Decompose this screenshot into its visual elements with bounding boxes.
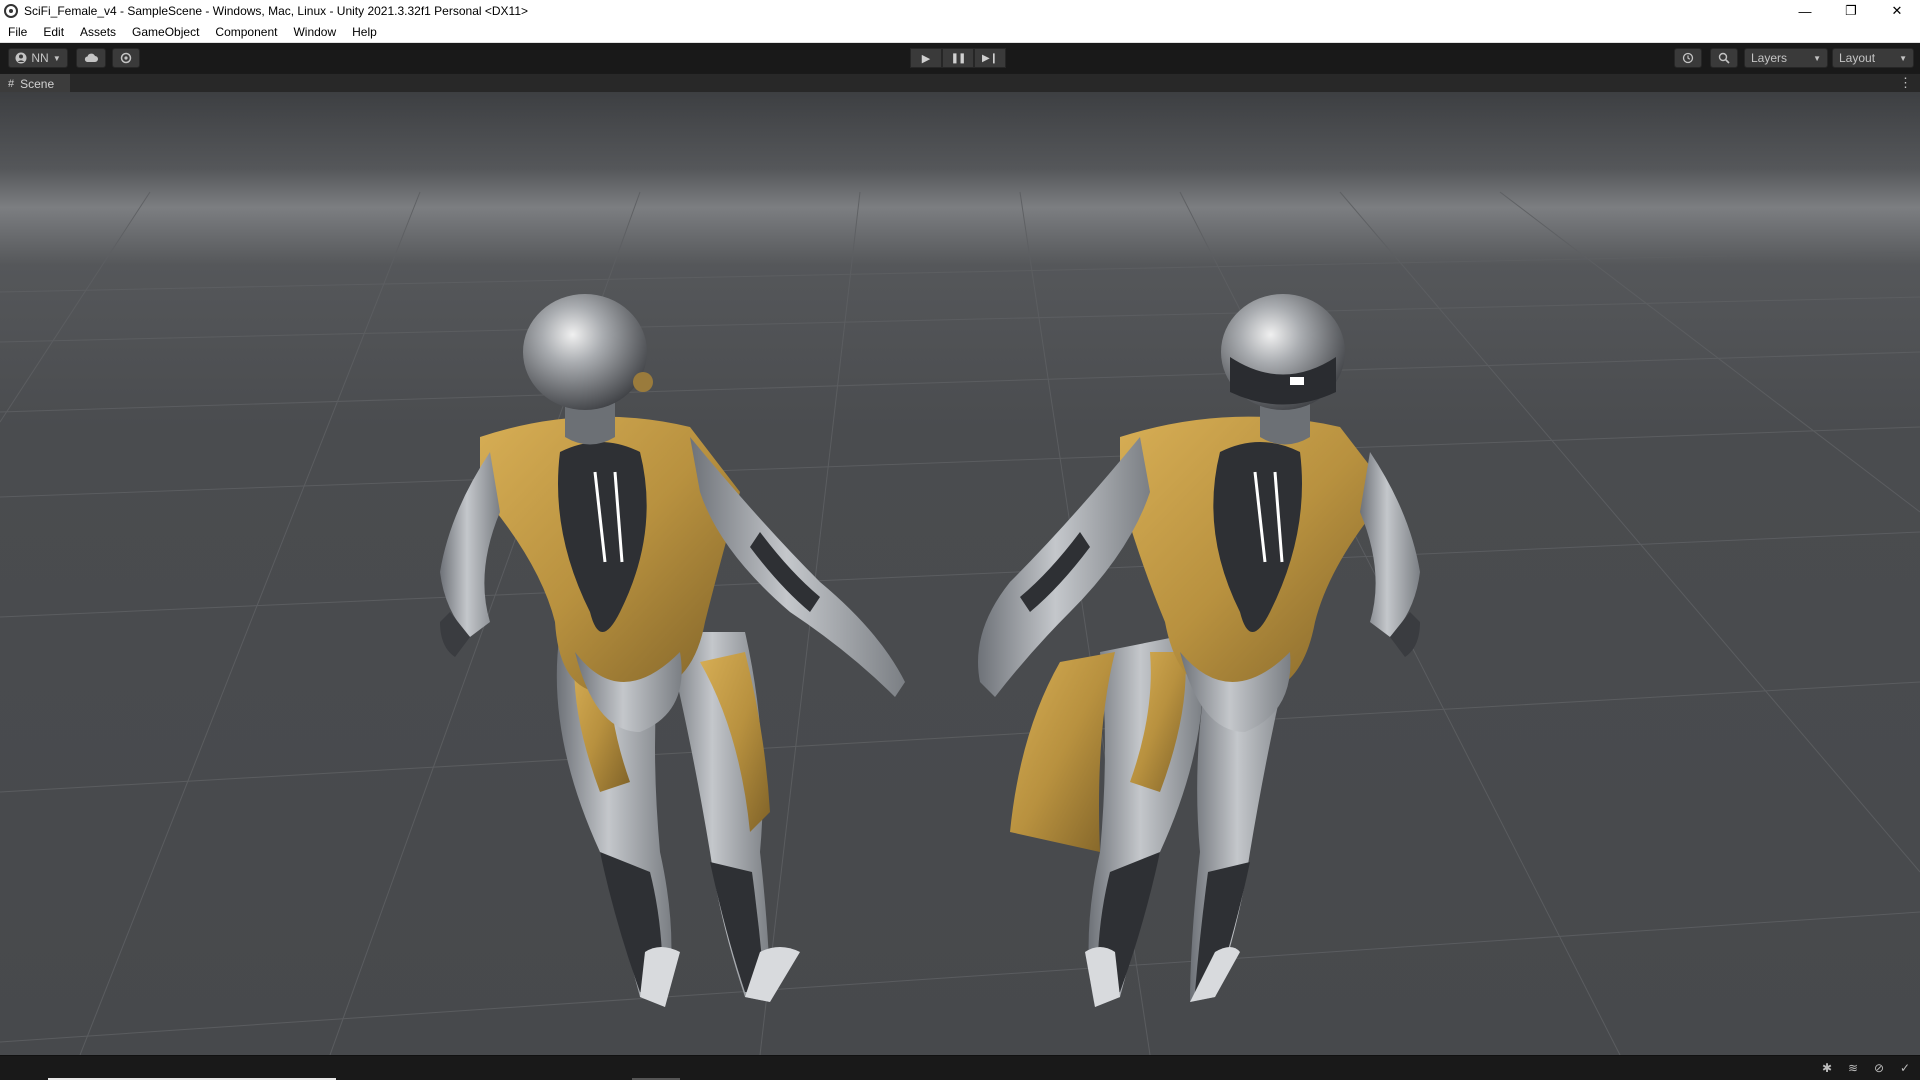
menu-window[interactable]: Window (285, 25, 344, 39)
account-icon (15, 52, 27, 64)
grid-floor (0, 191, 1920, 1055)
account-label: NN (31, 51, 49, 65)
menu-assets[interactable]: Assets (72, 25, 124, 39)
close-button[interactable]: ✕ (1874, 0, 1920, 22)
character-model-right[interactable] (978, 294, 1420, 1007)
undo-history-button[interactable] (1674, 48, 1702, 68)
step-icon: ▶❙ (981, 52, 999, 64)
status-bar: ✱ ≋ ⊘ ✓ (0, 1055, 1920, 1080)
unity-logo-icon (4, 4, 18, 18)
pause-icon: ❚❚ (950, 52, 967, 64)
menu-component[interactable]: Component (207, 25, 285, 39)
chevron-down-icon: ▼ (52, 53, 61, 63)
menu-file[interactable]: File (0, 25, 35, 39)
play-button[interactable]: ▶ (910, 48, 942, 68)
account-dropdown[interactable]: NN ▼ (8, 48, 68, 68)
scene-viewport[interactable] (0, 92, 1920, 1055)
window-title: SciFi_Female_v4 - SampleScene - Windows,… (24, 4, 529, 18)
pause-button[interactable]: ❚❚ (942, 48, 974, 68)
main-toolbar: NN ▼ ▶ ❚❚ ▶❙ Layers ▼ Layout ▼ (0, 43, 1920, 73)
search-icon (1718, 52, 1730, 64)
play-icon: ▶ (921, 52, 931, 65)
scene-render (0, 191, 1920, 1055)
scene-tab-bar: # Scene ⋮ (0, 73, 1920, 93)
chevron-down-icon: ▼ (1813, 53, 1821, 63)
chevron-down-icon: ▼ (1899, 53, 1907, 63)
title-bar: SciFi_Female_v4 - SampleScene - Windows,… (0, 0, 1920, 22)
grid-icon: # (8, 77, 15, 90)
step-button[interactable]: ▶❙ (974, 48, 1006, 68)
collab-button[interactable] (112, 48, 140, 68)
layers-dropdown[interactable]: Layers ▼ (1744, 48, 1828, 68)
visibility-icon[interactable]: ⊘ (1870, 1060, 1888, 1076)
bug-icon[interactable]: ✱ (1818, 1060, 1836, 1076)
kebab-menu-icon[interactable]: ⋮ (1899, 75, 1912, 91)
menu-help[interactable]: Help (344, 25, 385, 39)
restore-button[interactable]: ❐ (1828, 0, 1874, 22)
check-circle-icon[interactable]: ✓ (1896, 1060, 1914, 1076)
character-model-left[interactable] (440, 294, 905, 1007)
cloud-icon (84, 53, 98, 62)
layout-dropdown[interactable]: Layout ▼ (1832, 48, 1914, 68)
history-icon (1682, 52, 1694, 64)
tab-scene[interactable]: # Scene (0, 74, 70, 93)
minimize-button[interactable]: — (1782, 0, 1828, 22)
playmode-controls: ▶ ❚❚ ▶❙ (910, 48, 1006, 68)
menu-bar: File Edit Assets GameObject Component Wi… (0, 22, 1920, 43)
layout-label: Layout (1839, 51, 1876, 65)
cloud-button[interactable] (76, 48, 106, 68)
layers-label: Layers (1751, 51, 1788, 65)
menu-gameobject[interactable]: GameObject (124, 25, 207, 39)
window-controls: — ❐ ✕ (1782, 0, 1920, 22)
layers-stack-icon[interactable]: ≋ (1844, 1060, 1862, 1076)
collab-icon (120, 52, 132, 64)
menu-edit[interactable]: Edit (35, 25, 72, 39)
tab-scene-label: Scene (20, 76, 55, 91)
search-button[interactable] (1710, 48, 1738, 68)
